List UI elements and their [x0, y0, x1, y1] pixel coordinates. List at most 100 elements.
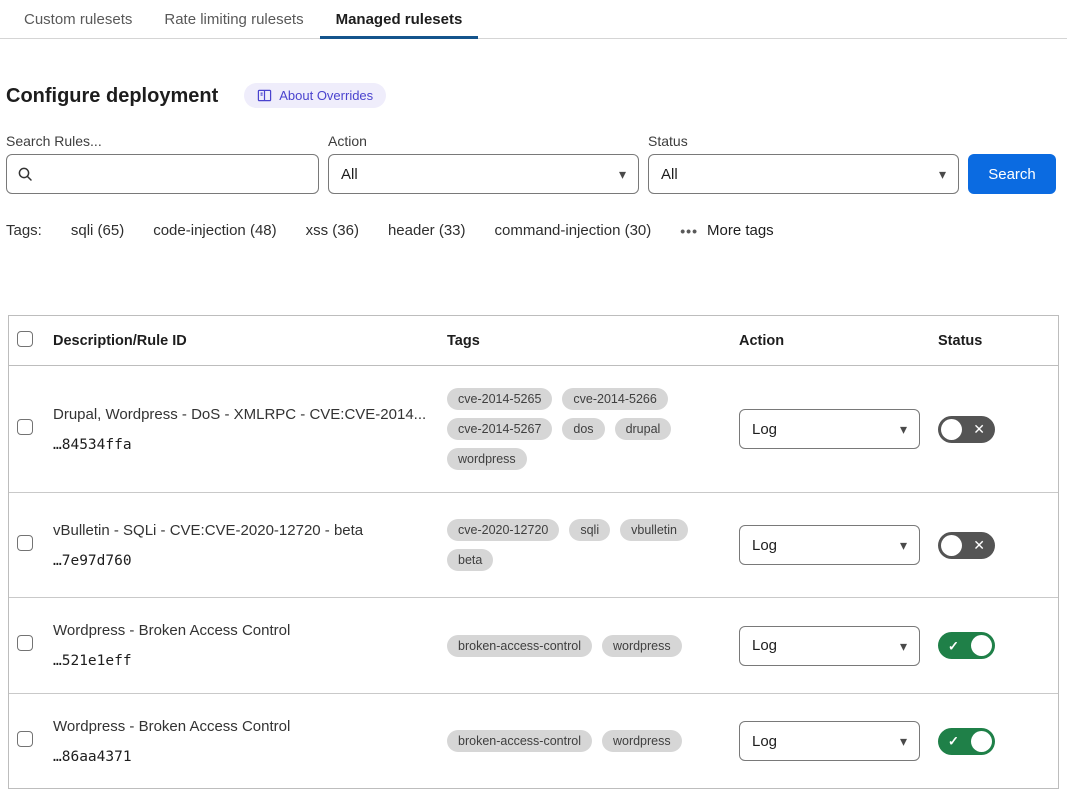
- chevron-down-icon: ▾: [619, 167, 626, 181]
- rule-description[interactable]: vBulletin - SQLi - CVE:CVE-2020-12720 - …: [53, 522, 427, 539]
- rules-table: Description/Rule ID Tags Action Status D…: [8, 315, 1059, 789]
- action-filter-value: All: [341, 166, 358, 183]
- column-header-action: Action: [739, 333, 938, 349]
- rule-action-value: Log: [752, 637, 777, 654]
- x-icon: ✕: [973, 538, 985, 552]
- tags-list: sqli (65) code-injection (48) xss (36) head…: [71, 222, 651, 239]
- row-checkbox[interactable]: [17, 731, 33, 747]
- rule-tags: broken-access-control wordpress: [447, 730, 739, 752]
- managed-rulesets-panel: Configure deployment About Overrides Sea…: [0, 83, 1067, 789]
- column-header-description: Description/Rule ID: [53, 333, 447, 349]
- action-filter-label: Action: [328, 133, 639, 149]
- tag-pill: cve-2014-5267: [447, 418, 552, 440]
- column-header-status: Status: [938, 333, 1058, 349]
- rule-action-value: Log: [752, 733, 777, 750]
- rule-tags: cve-2020-12720 sqli vbulletin beta: [447, 519, 739, 571]
- toggle-knob: [971, 731, 992, 752]
- table-row: Wordpress - Broken Access Control …521e1…: [9, 598, 1058, 694]
- tag-pill: wordpress: [447, 448, 527, 470]
- tag-filter-link[interactable]: code-injection (48): [153, 222, 276, 239]
- rule-status-toggle[interactable]: ✓ ✕: [938, 632, 995, 659]
- chevron-down-icon: ▾: [900, 422, 907, 436]
- status-filter-select[interactable]: All ▾: [648, 154, 959, 194]
- tag-pill: dos: [562, 418, 604, 440]
- search-rules-input[interactable]: [41, 166, 308, 183]
- tag-pill: wordpress: [602, 730, 682, 752]
- rule-description[interactable]: Drupal, Wordpress - DoS - XMLRPC - CVE:C…: [53, 406, 427, 423]
- filter-bar: Search Rules... Action All ▾ Status: [6, 133, 1061, 194]
- table-row: vBulletin - SQLi - CVE:CVE-2020-12720 - …: [9, 493, 1058, 598]
- status-filter-value: All: [661, 166, 678, 183]
- rule-id: …521e1eff: [53, 653, 427, 669]
- rule-status-toggle[interactable]: ✓ ✕: [938, 532, 995, 559]
- tag-pill: broken-access-control: [447, 635, 592, 657]
- rule-action-select[interactable]: Log ▾: [739, 721, 920, 761]
- ellipsis-icon: •••: [680, 223, 698, 239]
- select-all-checkbox[interactable]: [17, 331, 33, 347]
- rule-action-select[interactable]: Log ▾: [739, 525, 920, 565]
- toggle-knob: [941, 419, 962, 440]
- row-checkbox[interactable]: [17, 419, 33, 435]
- tag-filter-link[interactable]: sqli (65): [71, 222, 124, 239]
- chevron-down-icon: ▾: [939, 167, 946, 181]
- tag-pill: vbulletin: [620, 519, 688, 541]
- tag-pill: broken-access-control: [447, 730, 592, 752]
- rule-id: …86aa4371: [53, 749, 427, 765]
- check-icon: ✓: [948, 639, 959, 652]
- row-checkbox[interactable]: [17, 535, 33, 551]
- tag-filter-link[interactable]: command-injection (30): [495, 222, 652, 239]
- tag-filter-link[interactable]: xss (36): [306, 222, 359, 239]
- search-rules-box: [6, 154, 319, 194]
- about-overrides-label: About Overrides: [279, 88, 373, 103]
- rule-tags: broken-access-control wordpress: [447, 635, 739, 657]
- chevron-down-icon: ▾: [900, 538, 907, 552]
- chevron-down-icon: ▾: [900, 734, 907, 748]
- search-icon: [17, 166, 33, 182]
- rule-action-value: Log: [752, 421, 777, 438]
- search-rules-label: Search Rules...: [6, 133, 319, 149]
- rule-status-toggle[interactable]: ✓ ✕: [938, 416, 995, 443]
- table-body: Drupal, Wordpress - DoS - XMLRPC - CVE:C…: [9, 366, 1058, 789]
- book-icon: [257, 88, 272, 103]
- more-tags-label: More tags: [707, 222, 774, 239]
- status-filter-label: Status: [648, 133, 959, 149]
- x-icon: ✕: [973, 422, 985, 436]
- table-row: Wordpress - Broken Access Control …86aa4…: [9, 694, 1058, 789]
- rule-description[interactable]: Wordpress - Broken Access Control: [53, 622, 427, 639]
- tab-rate-limiting-rulesets[interactable]: Rate limiting rulesets: [148, 0, 319, 39]
- tag-pill: drupal: [615, 418, 672, 440]
- column-header-tags: Tags: [447, 333, 739, 349]
- table-row: Drupal, Wordpress - DoS - XMLRPC - CVE:C…: [9, 366, 1058, 493]
- action-filter-select[interactable]: All ▾: [328, 154, 639, 194]
- about-overrides-link[interactable]: About Overrides: [244, 83, 386, 108]
- rule-action-select[interactable]: Log ▾: [739, 626, 920, 666]
- table-header: Description/Rule ID Tags Action Status: [9, 316, 1058, 366]
- tag-filter-link[interactable]: header (33): [388, 222, 466, 239]
- search-button[interactable]: Search: [968, 154, 1056, 194]
- tag-pill: cve-2014-5265: [447, 388, 552, 410]
- page-title: Configure deployment: [6, 85, 218, 107]
- toggle-knob: [941, 535, 962, 556]
- chevron-down-icon: ▾: [900, 639, 907, 653]
- tab-managed-rulesets[interactable]: Managed rulesets: [320, 0, 479, 39]
- check-icon: ✓: [948, 735, 959, 748]
- rule-tags: cve-2014-5265 cve-2014-5266 cve-2014-5267 d…: [447, 388, 739, 470]
- tag-pill: beta: [447, 549, 493, 571]
- row-checkbox[interactable]: [17, 635, 33, 651]
- rule-action-value: Log: [752, 537, 777, 554]
- rule-description[interactable]: Wordpress - Broken Access Control: [53, 718, 427, 735]
- tag-pill: cve-2014-5266: [562, 388, 667, 410]
- tag-pill: wordpress: [602, 635, 682, 657]
- toggle-knob: [971, 635, 992, 656]
- tag-pill: sqli: [569, 519, 610, 541]
- ruleset-tabs: Custom rulesets Rate limiting rulesets M…: [0, 0, 1067, 39]
- rule-id: …7e97d760: [53, 553, 427, 569]
- rule-action-select[interactable]: Log ▾: [739, 409, 920, 449]
- rule-status-toggle[interactable]: ✓ ✕: [938, 728, 995, 755]
- more-tags-button[interactable]: ••• More tags: [680, 222, 773, 239]
- tag-pill: cve-2020-12720: [447, 519, 559, 541]
- tab-custom-rulesets[interactable]: Custom rulesets: [8, 0, 148, 39]
- tags-bar: Tags: sqli (65) code-injection (48) xss (3…: [6, 222, 1061, 239]
- tags-bar-label: Tags:: [6, 222, 42, 239]
- rule-id: …84534ffa: [53, 437, 427, 453]
